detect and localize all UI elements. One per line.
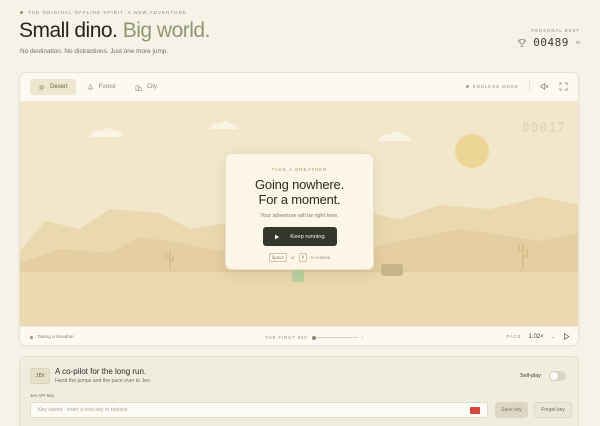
modal-kicker: TAKE A BREATHER xyxy=(271,167,328,172)
milestone-progress-bar xyxy=(311,335,358,340)
current-score: 00017 xyxy=(521,121,566,136)
personal-best: PERSONAL BEST 00489 m xyxy=(517,28,580,49)
personal-best-unit: m xyxy=(575,39,580,46)
keep-running-label: Keep running xyxy=(290,233,325,240)
selfplay-toggle[interactable] xyxy=(549,371,566,381)
copilot-badge: JEV xyxy=(30,368,50,384)
status-dot xyxy=(30,336,33,339)
api-key-input[interactable]: Key saved · enter a new key to replace xyxy=(30,402,488,418)
forget-key-button[interactable]: Forget key xyxy=(534,402,572,418)
pace-value[interactable]: 1.02× xyxy=(529,334,544,340)
game-stage[interactable]: 00017 TAKE A BREATHER Going nowhere. For… xyxy=(20,101,578,326)
building-icon xyxy=(135,84,142,91)
selfplay-label: Self-play xyxy=(520,373,541,379)
modal-message: Your adventure will be right here. xyxy=(260,213,339,219)
game-card: Desert Forest City ENDLESS MODE 00017 TA… xyxy=(19,72,579,346)
hero-subtitle: No destination. No distractions. Just on… xyxy=(20,48,169,55)
cloud xyxy=(378,132,411,141)
milestone: THE FIRST 500 › xyxy=(265,335,364,340)
tree-icon xyxy=(87,83,93,91)
save-key-button[interactable]: Save key xyxy=(495,402,528,418)
pace-chevron-icon[interactable]: ⌄ xyxy=(551,334,556,340)
password-manager-icon[interactable] xyxy=(470,407,480,414)
mode-indicator: ENDLESS MODE xyxy=(465,83,519,89)
resume-hint: Space or P to resume xyxy=(226,253,373,262)
milestone-arrow-icon: › xyxy=(361,335,365,340)
game-footer: Taking a breather THE FIRST 500 › PACE 1… xyxy=(20,326,578,345)
play-icon xyxy=(275,234,280,239)
trophy-icon xyxy=(518,38,526,47)
toggle-knob xyxy=(550,372,558,380)
pause-modal: TAKE A BREATHER Going nowhere. For a mom… xyxy=(225,153,374,270)
sun xyxy=(455,134,489,168)
modal-title: Going nowhere. For a moment. xyxy=(226,177,373,207)
rock xyxy=(381,264,403,276)
copilot-panel: JEV A co-pilot for the long run. Hand th… xyxy=(19,356,579,426)
milestone-progress-knob xyxy=(311,335,316,340)
cloud xyxy=(210,121,237,129)
mode-dot xyxy=(465,84,469,88)
eyebrow-text: THE ORIGINAL OFFLINE SPIRIT, A NEW ADVEN… xyxy=(28,10,187,15)
tab-forest-label: Forest xyxy=(98,84,116,90)
world-tabs: Desert Forest City xyxy=(30,79,165,95)
modal-title-line1: Going nowhere. xyxy=(255,177,344,192)
hero-title: Small dino. Big world. xyxy=(19,19,210,43)
game-status: Taking a breather xyxy=(30,335,74,340)
modal-title-line2: For a moment. xyxy=(258,191,341,207)
toolbar-divider xyxy=(529,81,530,91)
copilot-title: A co-pilot for the long run. xyxy=(55,367,147,376)
hint-or: or xyxy=(290,255,295,260)
personal-best-label: PERSONAL BEST xyxy=(531,28,580,33)
selfplay-control: Self-play xyxy=(520,371,566,381)
eyebrow-dot xyxy=(20,11,23,14)
cloud xyxy=(90,128,122,137)
p-key: P xyxy=(298,253,308,262)
pace-control: PACE 1.02× ⌄ xyxy=(507,333,570,340)
pace-label: PACE xyxy=(506,334,522,339)
mode-label: ENDLESS MODE xyxy=(472,83,519,89)
fullscreen-icon[interactable] xyxy=(559,82,568,91)
copilot-subtitle: Hand the jumps and the pace over to Jev. xyxy=(55,378,151,384)
tab-desert-label: Desert xyxy=(50,84,68,90)
play-icon[interactable] xyxy=(563,333,570,340)
eyebrow: THE ORIGINAL OFFLINE SPIRIT, A NEW ADVEN… xyxy=(20,10,187,15)
tab-city-label: City xyxy=(146,84,158,90)
tab-forest[interactable]: Forest xyxy=(79,79,124,95)
tab-desert[interactable]: Desert xyxy=(30,79,76,95)
sun-icon xyxy=(38,83,45,91)
mute-icon[interactable] xyxy=(540,82,549,91)
tab-city[interactable]: City xyxy=(127,79,165,95)
personal-best-value: 00489 xyxy=(533,36,569,49)
hero-title-accent: Big world. xyxy=(122,19,211,42)
status-text: Taking a breather xyxy=(37,335,75,340)
keep-running-button[interactable]: Keep running xyxy=(262,227,337,246)
api-key-label: Jev API key xyxy=(30,393,55,398)
milestone-label: THE FIRST 500 xyxy=(265,335,308,340)
space-key: Space xyxy=(268,253,287,262)
hero-title-main: Small dino. xyxy=(19,19,118,42)
api-key-placeholder: Key saved · enter a new key to replace xyxy=(38,407,128,413)
hint-suffix: to resume xyxy=(311,255,331,260)
